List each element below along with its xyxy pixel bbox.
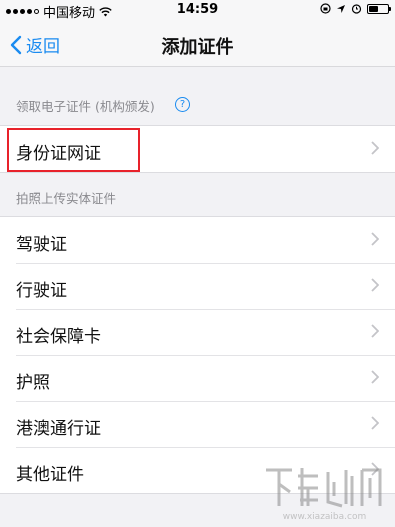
chevron-right-icon (371, 278, 379, 292)
battery-icon (367, 3, 391, 14)
help-icon[interactable]: ? (175, 97, 190, 112)
section-header-electronic-label: 领取电子证件 (机构颁发) (16, 99, 155, 114)
section-header-physical: 拍照上传实体证件 (0, 188, 395, 208)
section-header-electronic: 领取电子证件 (机构颁发) ? (0, 96, 395, 116)
highlight-box (7, 128, 140, 172)
rotation-lock-icon (320, 3, 331, 14)
alarm-icon (351, 4, 362, 14)
list-item-label: 社会保障卡 (16, 327, 101, 347)
list-item-vehicle-license[interactable]: 行驶证 (0, 263, 395, 309)
list-item-label: 行驶证 (16, 281, 67, 301)
chevron-right-icon (371, 232, 379, 246)
status-bar: 中国移动 14:59 (0, 0, 395, 22)
list-item-social-security-card[interactable]: 社会保障卡 (0, 309, 395, 355)
chevron-right-icon (371, 416, 379, 430)
section-header-physical-label: 拍照上传实体证件 (16, 191, 117, 206)
back-label: 返回 (26, 37, 60, 57)
watermark-domain: www.xiazaiba.com (282, 512, 367, 522)
chevron-right-icon (371, 370, 379, 384)
list-item-label: 驾驶证 (16, 235, 67, 255)
list-item-label: 护照 (16, 373, 50, 393)
chevron-right-icon (371, 462, 379, 476)
chevron-right-icon (371, 141, 379, 155)
chevron-right-icon (371, 324, 379, 338)
list-item-label: 港澳通行证 (16, 419, 101, 439)
status-right (320, 3, 391, 14)
list-item-hk-macau-permit[interactable]: 港澳通行证 (0, 401, 395, 447)
list-item-drivers-license[interactable]: 驾驶证 (0, 217, 395, 263)
list-item-other-ids[interactable]: 其他证件 (0, 447, 395, 493)
list-item-label: 其他证件 (16, 465, 84, 485)
physical-id-list: 驾驶证 行驶证 社会保障卡 护照 港澳通行证 其他证件 (0, 216, 395, 494)
location-icon (337, 4, 345, 13)
chevron-left-icon (10, 35, 22, 54)
navigation-bar: 返回 添加证件 (0, 22, 395, 67)
back-button[interactable]: 返回 (10, 32, 60, 57)
list-item-passport[interactable]: 护照 (0, 355, 395, 401)
